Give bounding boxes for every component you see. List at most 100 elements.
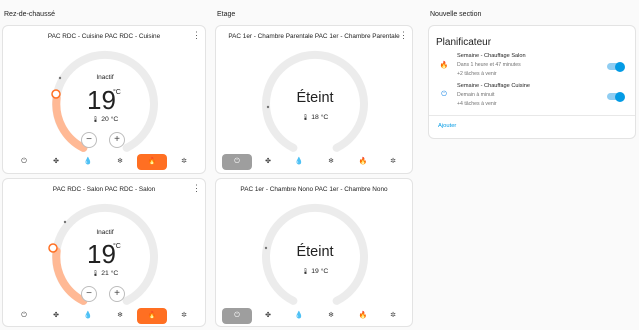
heat-icon: 🔥: [147, 158, 157, 165]
hvac-action-label: Inactif: [96, 229, 114, 236]
schedule-toggle[interactable]: [607, 91, 625, 102]
mode-heat-cool-button[interactable]: ✲: [378, 308, 408, 324]
fire-icon: 🔥: [439, 62, 449, 69]
heat-icon: 🔥: [147, 312, 157, 319]
fan-icon: ✤: [265, 158, 271, 165]
target-temperature: 19: [87, 85, 116, 115]
cool-icon: ❄: [328, 158, 334, 165]
heat-cool-icon: ✲: [390, 158, 396, 165]
mode-off-button[interactable]: ⏻: [222, 154, 252, 170]
heat-cool-icon: ✲: [390, 312, 396, 319]
mode-heat-cool-button[interactable]: ✲: [169, 308, 199, 324]
heat-cool-icon: ✲: [181, 158, 187, 165]
scheduler-title: Planificateur: [436, 37, 492, 48]
add-schedule-button[interactable]: Ajouter: [438, 123, 456, 129]
cool-icon: ❄: [117, 158, 123, 165]
thermostat-card-nono: PAC 1er - Chambre Nono PAC 1er - Chambre…: [215, 178, 413, 327]
power-icon: ⏻: [234, 158, 240, 165]
dial-current-dot: [58, 76, 62, 80]
hvac-action-label: Inactif: [96, 74, 114, 81]
dial-current-dot: [63, 220, 67, 224]
power-icon: ⏻: [21, 158, 27, 165]
mode-heat-button[interactable]: 🔥: [137, 308, 167, 324]
power-icon: ⏻: [21, 312, 27, 319]
mode-fan-button[interactable]: ✤: [41, 308, 71, 324]
dial-level: [52, 94, 88, 152]
thermometer-icon: 🌡: [91, 117, 100, 123]
mode-fan-button[interactable]: ✤: [253, 154, 283, 170]
current-temperature: 🌡 19 °C: [285, 268, 345, 275]
schedule-name: Semaine - Chauffage Cuisine: [457, 83, 530, 89]
dry-icon: 💧: [294, 158, 304, 165]
scheduler-item[interactable]: 🔥 Semaine - Chauffage Salon Dans 1 heure…: [429, 53, 635, 85]
fan-icon: ✤: [265, 312, 271, 319]
mode-cool-button[interactable]: ❄: [105, 154, 135, 170]
section-title-nouvelle: Nouvelle section: [430, 11, 482, 18]
mode-dry-button[interactable]: 💧: [73, 308, 103, 324]
current-temperature-value: 19 °C: [311, 268, 329, 275]
mode-off-button[interactable]: ⏻: [9, 308, 39, 324]
current-temperature-value: 21 °C: [101, 270, 119, 277]
mode-cool-button[interactable]: ❄: [105, 308, 135, 324]
mode-fan-button[interactable]: ✤: [253, 308, 283, 324]
hvac-mode-bar: ⏻ ✤ 💧 ❄ 🔥 ✲: [220, 308, 410, 324]
thermometer-icon: 🌡: [301, 115, 310, 121]
increase-button[interactable]: +: [109, 132, 125, 148]
fan-icon: ✤: [53, 312, 59, 319]
thermostat-card-salon: PAC RDC - Salon PAC RDC - Salon ⋮ Inacti…: [2, 178, 206, 327]
mode-heat-button[interactable]: 🔥: [348, 308, 378, 324]
temperature-unit: °C: [113, 243, 121, 250]
fan-icon: ✤: [53, 158, 59, 165]
toggle-knob: [615, 61, 625, 72]
heat-icon: 🔥: [358, 312, 368, 319]
thermometer-icon: 🌡: [301, 269, 310, 275]
decrease-button[interactable]: −: [81, 132, 97, 148]
schedule-next-run: Demain à minuit: [457, 92, 495, 98]
dial-handle: [51, 89, 61, 99]
mode-cool-button[interactable]: ❄: [316, 154, 346, 170]
current-temperature: 🌡 20 °C: [75, 116, 135, 123]
schedule-upcoming-count: +4 tâches à venir: [457, 101, 497, 107]
mode-heat-cool-button[interactable]: ✲: [378, 154, 408, 170]
mode-off-button[interactable]: ⏻: [9, 154, 39, 170]
scheduler-item[interactable]: ⏻ Semaine - Chauffage Cuisine Demain à m…: [429, 83, 635, 115]
mode-heat-cool-button[interactable]: ✲: [169, 154, 199, 170]
section-title-etage: Etage: [217, 11, 236, 18]
dry-icon: 💧: [83, 158, 93, 165]
toggle-knob: [615, 91, 625, 102]
mode-heat-button[interactable]: 🔥: [137, 154, 167, 170]
divider: [429, 115, 635, 116]
heat-icon: 🔥: [358, 158, 368, 165]
mode-heat-button[interactable]: 🔥: [348, 154, 378, 170]
decrease-button[interactable]: −: [81, 286, 97, 302]
mode-fan-button[interactable]: ✤: [41, 154, 71, 170]
mode-dry-button[interactable]: 💧: [73, 154, 103, 170]
schedule-toggle[interactable]: [607, 61, 625, 72]
increase-button[interactable]: +: [109, 286, 125, 302]
current-temperature-value: 20 °C: [101, 116, 119, 123]
power-icon: ⏻: [441, 91, 447, 98]
hvac-state-label: Éteint: [296, 90, 334, 106]
hvac-mode-bar: ⏻ ✤ 💧 ❄ 🔥 ✲: [7, 308, 203, 324]
current-temperature-value: 18 °C: [311, 114, 329, 121]
hvac-state-label: Éteint: [296, 244, 334, 260]
mode-cool-button[interactable]: ❄: [316, 308, 346, 324]
temperature-unit: °C: [113, 89, 121, 96]
dial-handle: [48, 243, 58, 253]
thermometer-icon: 🌡: [91, 271, 100, 277]
current-temperature: 🌡 21 °C: [75, 270, 135, 277]
mode-off-button[interactable]: ⏻: [222, 308, 252, 324]
mode-dry-button[interactable]: 💧: [284, 154, 314, 170]
schedule-name: Semaine - Chauffage Salon: [457, 53, 526, 59]
cool-icon: ❄: [328, 312, 334, 319]
dry-icon: 💧: [83, 312, 93, 319]
scheduler-card: Planificateur 🔥 Semaine - Chauffage Salo…: [428, 25, 636, 139]
section-title-rdc: Rez-de-chaussé: [4, 11, 55, 18]
dry-icon: 💧: [294, 312, 304, 319]
hvac-mode-bar: ⏻ ✤ 💧 ❄ 🔥 ✲: [220, 154, 410, 170]
cool-icon: ❄: [117, 312, 123, 319]
power-icon: ⏻: [234, 312, 240, 319]
thermostat-card-parentale: PAC 1er - Chambre Parentale PAC 1er - Ch…: [215, 25, 413, 174]
hvac-mode-bar: ⏻ ✤ 💧 ❄ 🔥 ✲: [7, 154, 203, 170]
mode-dry-button[interactable]: 💧: [284, 308, 314, 324]
